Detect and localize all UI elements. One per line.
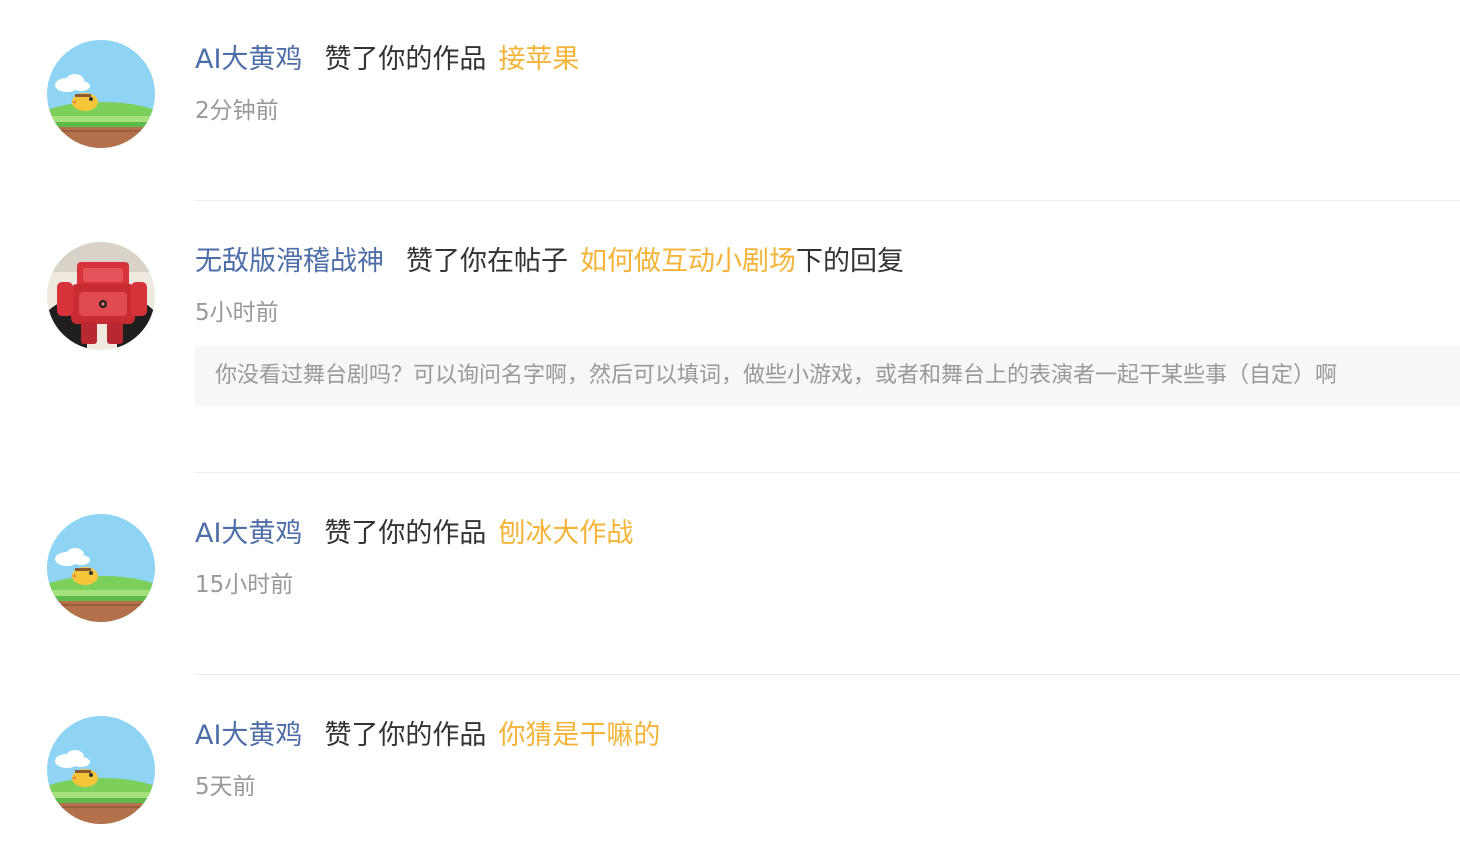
notification-text: 无敌版滑稽战神 赞了你在帖子 如何做互动小剧场下的回复 <box>195 242 904 282</box>
username-link[interactable]: AI大黄鸡 <box>195 518 302 549</box>
work-title-link[interactable]: 刨冰大作战 <box>498 518 633 549</box>
notification-text: AI大黄鸡 赞了你的作品 你猜是干嘛的 <box>195 716 660 756</box>
red-robot-avatar-icon <box>47 242 155 350</box>
notification-text: AI大黄鸡 赞了你的作品 接苹果 <box>195 40 579 80</box>
divider <box>195 674 1460 675</box>
yellow-chick-game-avatar-icon <box>47 716 155 824</box>
divider <box>195 472 1460 473</box>
yellow-chick-game-avatar-icon <box>47 514 155 622</box>
timestamp: 5天前 <box>195 774 256 800</box>
notification-text: AI大黄鸡 赞了你的作品 刨冰大作战 <box>195 514 633 554</box>
username-link[interactable]: 无敌版滑稽战神 <box>195 246 384 277</box>
avatar[interactable] <box>47 242 155 350</box>
work-title-link[interactable]: 接苹果 <box>498 44 579 75</box>
avatar[interactable] <box>47 40 155 148</box>
reply-quote[interactable]: 你没看过舞台剧吗？可以询问名字啊，然后可以填词，做些小游戏，或者和舞台上的表演者… <box>195 346 1460 406</box>
action-text: 赞了你的作品 <box>324 518 487 549</box>
timestamp: 2分钟前 <box>195 98 279 124</box>
avatar[interactable] <box>47 716 155 824</box>
action-text: 赞了你在帖子 <box>406 246 568 277</box>
work-title-link[interactable]: 你猜是干嘛的 <box>498 720 660 751</box>
divider <box>195 200 1460 201</box>
username-link[interactable]: AI大黄鸡 <box>195 720 302 751</box>
timestamp: 5小时前 <box>195 300 279 326</box>
timestamp: 15小时前 <box>195 572 294 598</box>
action-text: 赞了你的作品 <box>324 720 487 751</box>
action-text: 赞了你的作品 <box>324 44 487 75</box>
post-title-link[interactable]: 如何做互动小剧场 <box>580 246 796 277</box>
action-suffix: 下的回复 <box>796 246 904 277</box>
yellow-chick-game-avatar-icon <box>47 40 155 148</box>
notification-feed: AI大黄鸡 赞了你的作品 接苹果 2分钟前 无敌版滑稽战神 赞了你在帖子 如何做… <box>0 0 1460 842</box>
username-link[interactable]: AI大黄鸡 <box>195 44 302 75</box>
avatar[interactable] <box>47 514 155 622</box>
